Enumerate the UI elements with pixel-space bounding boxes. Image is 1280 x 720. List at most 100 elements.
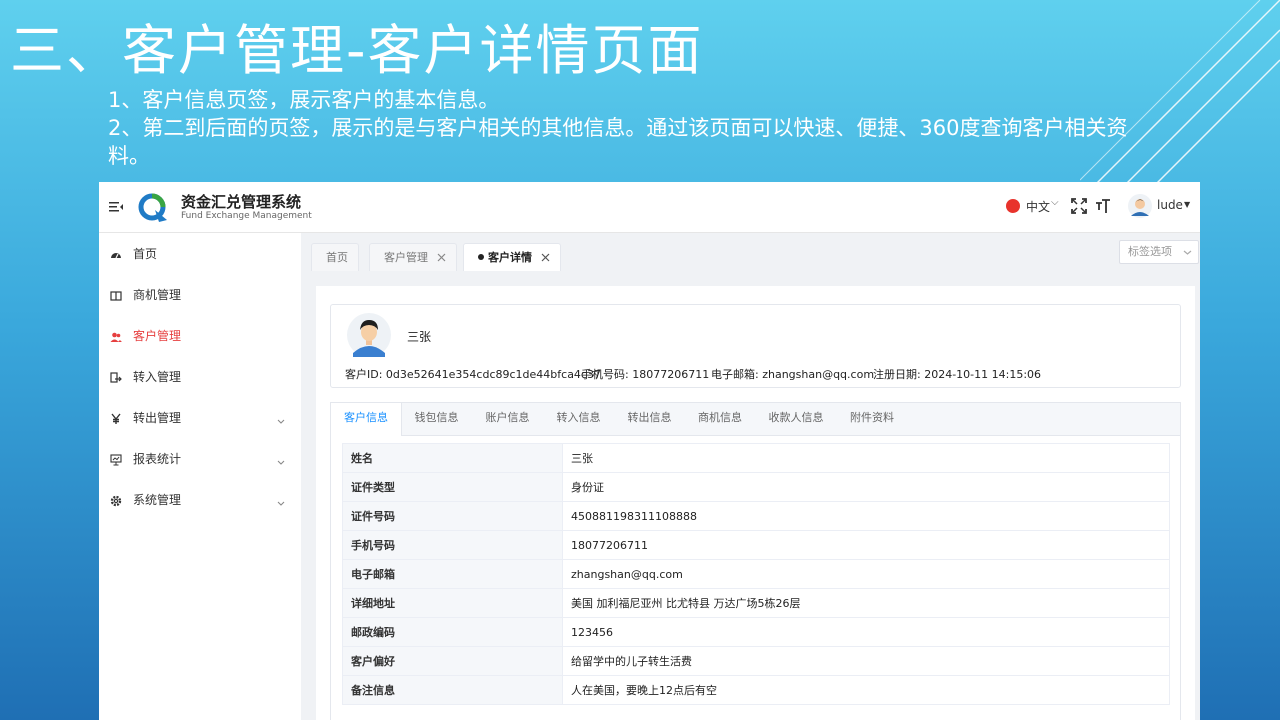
detail-tab-6[interactable]: 收款人信息	[755, 403, 837, 435]
user-avatar[interactable]	[1128, 194, 1152, 218]
row-label: 姓名	[342, 443, 563, 473]
detail-tab-2[interactable]: 账户信息	[472, 403, 543, 435]
customer-reg-label: 注册日期:	[873, 368, 921, 381]
row-value: 三张	[562, 443, 1170, 473]
system-subtitle: Fund Exchange Management	[181, 211, 312, 221]
customer-info-table: 姓名 三张 证件类型 身份证 证件号码 450881198311108888 手机号码 180…	[342, 443, 1170, 705]
tab-customer-detail[interactable]: 客户详情	[463, 243, 561, 271]
detail-tab-0[interactable]: 客户信息	[331, 403, 402, 436]
sidebar-item-2[interactable]: 客户管理	[99, 315, 301, 356]
customer-email-value: zhangshan@qq.com	[762, 368, 875, 381]
row-label: 客户偏好	[342, 646, 563, 676]
customer-avatar	[347, 313, 391, 357]
tab-home[interactable]: 首页	[311, 243, 359, 271]
sidebar-item-0[interactable]: 首页	[99, 233, 301, 274]
active-dot-icon	[478, 254, 484, 260]
tab-label: 首页	[326, 251, 348, 264]
close-icon[interactable]	[437, 253, 446, 262]
book-icon	[110, 287, 122, 301]
table-row: 客户偏好 给留学中的儿子转生活费	[342, 646, 1170, 676]
username[interactable]: lude	[1157, 198, 1183, 212]
sidebar-item-label: 报表统计	[133, 452, 182, 466]
bullet-1: 1、客户信息页签，展示客户的基本信息。	[108, 88, 500, 112]
caret-down-icon[interactable]: ▼	[1184, 200, 1190, 209]
table-row: 备注信息 人在美国，要晚上12点后有空	[342, 675, 1170, 705]
sidebar-item-4[interactable]: 转出管理	[99, 397, 301, 438]
sidebar-item-label: 转入管理	[133, 370, 182, 384]
detail-tab-4[interactable]: 转出信息	[614, 403, 685, 435]
system-title: 资金汇兑管理系统	[181, 193, 302, 211]
row-label: 手机号码	[342, 530, 563, 560]
main-area: 首页 客户管理 客户详情 标签选项 三张 客户ID: 0d3e52641e354…	[301, 233, 1200, 720]
china-flag-icon[interactable]	[1006, 199, 1020, 213]
row-value: 人在美国，要晚上12点后有空	[562, 675, 1170, 705]
close-icon[interactable]	[541, 253, 550, 262]
menu-fold-icon[interactable]	[109, 200, 123, 214]
table-row: 证件类型 身份证	[342, 472, 1170, 502]
customer-summary-card: 三张 客户ID: 0d3e52641e354cdc89c1de44bfca4c3…	[330, 304, 1181, 388]
tab-label: 客户详情	[488, 251, 532, 264]
detail-tab-5[interactable]: 商机信息	[685, 403, 755, 435]
table-row: 手机号码 18077206711	[342, 530, 1170, 560]
customer-reg-value: 2024-10-11 14:15:06	[924, 368, 1042, 381]
language-selector[interactable]: 中文	[1026, 198, 1050, 215]
row-value: 美国 加利福尼亚州 比尤特县 万达广场5栋26层	[562, 588, 1170, 618]
row-label: 电子邮箱	[342, 559, 563, 589]
sidebar-item-label: 商机管理	[133, 288, 182, 302]
customer-phone-label: 手机号码:	[581, 368, 629, 381]
sidebar: 首页商机管理客户管理转入管理转出管理报表统计系统管理	[99, 233, 302, 720]
row-label: 证件号码	[342, 501, 563, 531]
customer-id-label: 客户ID:	[345, 368, 383, 381]
yen-icon	[110, 410, 122, 424]
customer-phone: 手机号码: 18077206711	[581, 366, 709, 382]
sidebar-item-label: 转出管理	[133, 411, 182, 425]
customer-id-value: 0d3e52641e354cdc89c1de44bfca4c37	[385, 368, 601, 381]
chevron-down-icon[interactable]: ⌵	[1051, 197, 1059, 208]
logo-icon	[138, 193, 167, 222]
chevron-down-icon	[276, 452, 286, 465]
detail-tab-1[interactable]: 钱包信息	[401, 403, 472, 435]
chevron-down-icon	[1183, 250, 1192, 255]
sidebar-item-label: 系统管理	[133, 493, 182, 507]
chevron-down-icon	[276, 493, 286, 506]
customer-email: 电子邮箱: zhangshan@qq.com	[711, 366, 874, 382]
row-value: 身份证	[562, 472, 1170, 502]
customer-reg-date: 注册日期: 2024-10-11 14:15:06	[873, 366, 1041, 382]
sidebar-item-6[interactable]: 系统管理	[99, 479, 301, 520]
detail-tabs: 客户信息 钱包信息 账户信息 转入信息 转出信息 商机信息 收款人信息 附件资料	[331, 403, 1180, 436]
row-value: zhangshan@qq.com	[562, 559, 1170, 589]
gear-icon	[110, 492, 122, 507]
font-size-icon[interactable]	[1095, 198, 1111, 214]
transfer-in-icon	[110, 369, 122, 383]
tab-options-label: 标签选项	[1128, 245, 1172, 258]
row-label: 证件类型	[342, 472, 563, 502]
slide-title: 三、客户管理-客户详情页面	[10, 19, 704, 82]
row-value: 450881198311108888	[562, 501, 1170, 531]
table-row: 详细地址 美国 加利福尼亚州 比尤特县 万达广场5栋26层	[342, 588, 1170, 618]
table-row: 邮政编码 123456	[342, 617, 1170, 647]
chevron-down-icon	[276, 411, 286, 424]
sidebar-item-label: 首页	[133, 247, 158, 261]
tab-customer-management[interactable]: 客户管理	[369, 243, 457, 271]
app-window: 资金汇兑管理系统 Fund Exchange Management 中文 ⌵ l…	[99, 182, 1200, 720]
tabs-bar: 首页 客户管理 客户详情 标签选项	[301, 233, 1200, 271]
detail-tab-3[interactable]: 转入信息	[543, 403, 614, 435]
slide-bullets: 1、客户信息页签，展示客户的基本信息。 2、第二到后面的页签，展示的是与客户相关…	[108, 86, 1138, 170]
customer-id: 客户ID: 0d3e52641e354cdc89c1de44bfca4c37	[345, 366, 601, 382]
detail-tab-7[interactable]: 附件资料	[837, 403, 907, 435]
customer-name: 三张	[407, 330, 432, 344]
customer-phone-value: 18077206711	[632, 368, 710, 381]
fullscreen-icon[interactable]	[1071, 198, 1087, 214]
users-icon	[110, 328, 122, 342]
sidebar-item-3[interactable]: 转入管理	[99, 356, 301, 397]
row-value: 给留学中的儿子转生活费	[562, 646, 1170, 676]
row-label: 备注信息	[342, 675, 563, 705]
table-row: 证件号码 450881198311108888	[342, 501, 1170, 531]
row-label: 详细地址	[342, 588, 563, 618]
tab-options-select[interactable]: 标签选项	[1119, 240, 1199, 264]
sidebar-item-1[interactable]: 商机管理	[99, 274, 301, 315]
sidebar-item-5[interactable]: 报表统计	[99, 438, 301, 479]
sidebar-item-label: 客户管理	[133, 329, 182, 343]
bullet-2: 2、第二到后面的页签，展示的是与客户相关的其他信息。通过该页面可以快速、便捷、3…	[108, 116, 1128, 168]
row-value: 123456	[562, 617, 1170, 647]
